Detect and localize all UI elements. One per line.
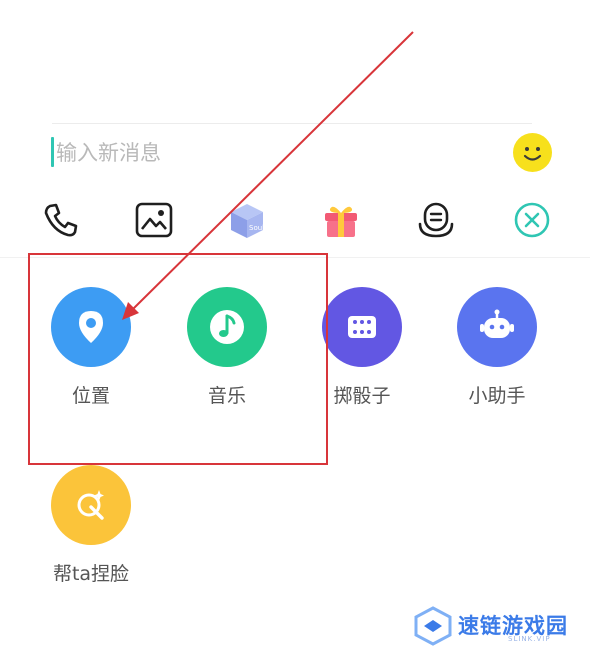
watermark-subtext: SLINK.VIP [508,635,551,643]
emoji-button[interactable] [513,133,552,172]
image-button[interactable] [134,200,174,240]
voice-robot-icon [418,202,454,238]
watermark-logo-icon [414,606,452,646]
watermark: 速链游戏园 SLINK.VIP [408,600,578,650]
message-input[interactable]: 输入新消息 [56,136,496,170]
face-label: 帮ta捏脸 [52,563,130,585]
face-circle[interactable] [51,465,131,545]
voice-robot-button[interactable] [416,200,456,240]
dice-icon [348,316,376,338]
close-panel-button[interactable] [512,200,552,240]
soul-badge: Soul [249,224,264,232]
dice-circle[interactable] [322,287,402,367]
call-button[interactable] [41,200,81,240]
input-divider [52,123,532,124]
gift-button[interactable] [321,200,361,240]
robot-icon [480,309,514,338]
assistant-item[interactable]: 小助手 [447,287,547,417]
face-sparkle-icon [77,490,104,520]
assistant-circle[interactable] [457,287,537,367]
smiley-icon [523,147,542,161]
text-caret [51,137,54,167]
image-icon [135,202,173,238]
phone-icon [44,203,78,237]
soul-box-icon: Soul [231,204,264,238]
assistant-label: 小助手 [468,385,526,407]
gift-icon [325,206,357,237]
annotation-highlight-box [28,253,328,465]
soul-box-button[interactable]: Soul [227,200,267,240]
face-item[interactable]: 帮ta捏脸 [41,465,141,595]
close-icon [514,202,550,238]
